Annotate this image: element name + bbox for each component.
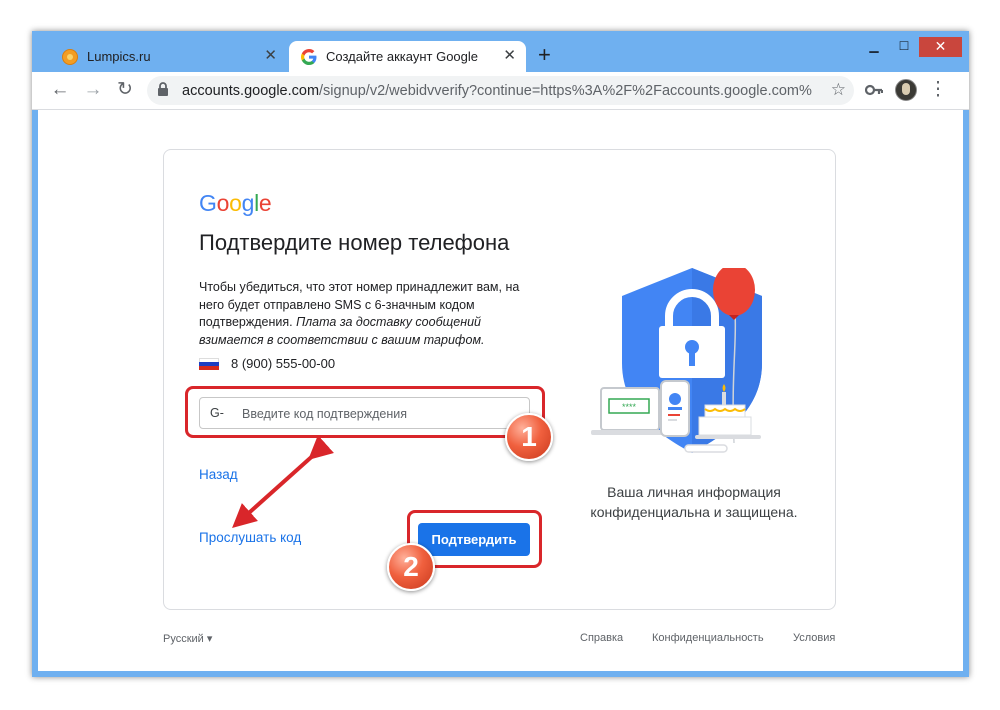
chevron-down-icon: ▾: [206, 633, 213, 645]
new-tab-button[interactable]: +: [538, 42, 551, 68]
minimize-button[interactable]: ▁: [859, 37, 889, 57]
maximize-button[interactable]: ☐: [889, 37, 919, 57]
google-favicon-icon: [301, 49, 317, 65]
address-bar[interactable]: accounts.google.com/signup/v2/webidvveri…: [147, 76, 854, 105]
reload-button[interactable]: ↻: [113, 78, 137, 102]
footer-privacy-link[interactable]: Конфиденциальность: [652, 632, 764, 644]
double-arrow-icon: [232, 438, 334, 529]
highlight-frame-code-field: [185, 386, 545, 438]
tab-title: Создайте аккаунт Google: [326, 49, 479, 64]
tab-google-signup[interactable]: Создайте аккаунт Google ✕: [289, 41, 526, 72]
url-text[interactable]: accounts.google.com/signup/v2/webidvveri…: [182, 83, 812, 99]
language-selector[interactable]: Русский ▾: [163, 632, 212, 645]
russian-flag-icon: [199, 358, 219, 370]
laptop-icon: ****: [591, 387, 669, 435]
profile-avatar[interactable]: [895, 79, 917, 101]
forward-button[interactable]: →: [81, 78, 105, 102]
bookmark-star-icon[interactable]: ☆: [831, 80, 846, 100]
browser-toolbar: ← → ↻ accounts.google.com/signup/v2/webi…: [32, 72, 969, 110]
footer-terms-link[interactable]: Условия: [793, 632, 835, 644]
security-illustration: ****: [591, 268, 762, 453]
google-logo: Google: [199, 190, 272, 216]
menu-icon[interactable]: ⋮: [926, 78, 950, 102]
phone-icon: [660, 380, 690, 437]
close-tab-icon[interactable]: ✕: [503, 46, 516, 64]
illustration-caption: Ваша личная информация конфиденциальна и…: [590, 484, 798, 520]
close-tab-icon[interactable]: ✕: [264, 46, 277, 64]
key-icon[interactable]: [862, 78, 886, 102]
tab-title: Lumpics.ru: [87, 49, 151, 64]
footer-help-link[interactable]: Справка: [580, 632, 623, 644]
mouse-icon: [684, 444, 728, 453]
browser-window: Lumpics.ru ✕ Создайте аккаунт Google ✕ +…: [32, 31, 969, 677]
step-badge-1: 1: [505, 413, 553, 461]
close-window-button[interactable]: ✕: [919, 37, 962, 57]
tab-lumpics[interactable]: Lumpics.ru ✕: [50, 41, 287, 72]
lock-icon[interactable]: [157, 82, 169, 102]
description: Чтобы убедиться, что этот номер принадле…: [199, 280, 520, 347]
step-badge-2: 2: [387, 543, 435, 591]
lumpics-favicon-icon: [62, 49, 78, 65]
title-bar: Lumpics.ru ✕ Создайте аккаунт Google ✕ +…: [32, 31, 969, 72]
password-dots: ****: [622, 402, 637, 412]
phone-number: 8 (900) 555-00-00: [231, 356, 336, 371]
back-button[interactable]: ←: [48, 78, 72, 102]
page-title: Подтвердите номер телефона: [199, 230, 510, 255]
